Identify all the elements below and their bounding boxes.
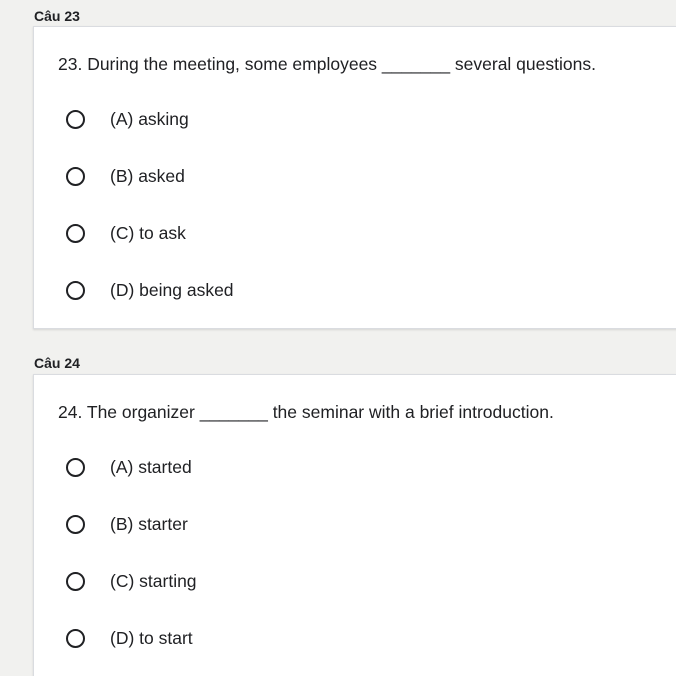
radio-unchecked-icon[interactable] — [66, 457, 85, 477]
radio-unchecked-icon[interactable] — [66, 109, 85, 129]
option-label: (A) started — [110, 457, 192, 477]
option-24-c[interactable]: (C) starting — [66, 569, 197, 593]
option-label: (B) asked — [110, 166, 185, 186]
section-label-cau-24: Câu 24 — [34, 355, 80, 371]
quiz-page: Câu 23 23. During the meeting, some empl… — [0, 0, 676, 676]
radio-unchecked-icon[interactable] — [66, 571, 85, 591]
option-label: (D) to start — [110, 628, 193, 648]
radio-unchecked-icon[interactable] — [66, 223, 85, 243]
option-label: (C) to ask — [110, 223, 186, 243]
option-label: (B) starter — [110, 514, 188, 534]
option-23-d[interactable]: (D) being asked — [66, 278, 234, 302]
option-24-d[interactable]: (D) to start — [66, 626, 193, 650]
question-text-23: 23. During the meeting, some employees _… — [58, 54, 596, 74]
option-23-a[interactable]: (A) asking — [66, 107, 189, 131]
radio-unchecked-icon[interactable] — [66, 166, 85, 186]
question-card-24: 24. The organizer _______ the seminar wi… — [33, 374, 676, 676]
option-label: (A) asking — [110, 109, 189, 129]
radio-unchecked-icon[interactable] — [66, 280, 85, 300]
section-label-cau-23: Câu 23 — [34, 8, 80, 24]
option-24-b[interactable]: (B) starter — [66, 512, 188, 536]
radio-unchecked-icon[interactable] — [66, 628, 85, 648]
option-23-c[interactable]: (C) to ask — [66, 221, 186, 245]
option-label: (D) being asked — [110, 280, 234, 300]
question-text-24: 24. The organizer _______ the seminar wi… — [58, 402, 554, 422]
radio-unchecked-icon[interactable] — [66, 514, 85, 534]
question-card-23: 23. During the meeting, some employees _… — [33, 26, 676, 329]
option-label: (C) starting — [110, 571, 197, 591]
option-24-a[interactable]: (A) started — [66, 455, 192, 479]
option-23-b[interactable]: (B) asked — [66, 164, 185, 188]
